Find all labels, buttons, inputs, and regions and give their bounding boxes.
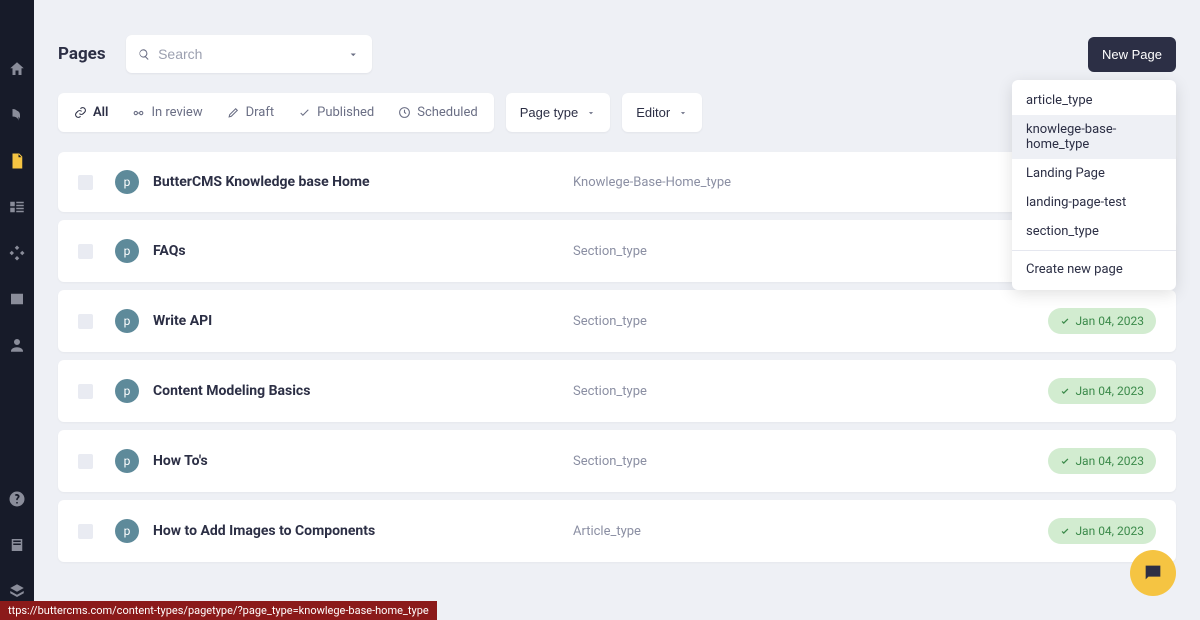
- chat-bubble[interactable]: [1130, 550, 1176, 596]
- search-input[interactable]: [158, 46, 339, 62]
- check-icon: [1060, 386, 1070, 396]
- chat-icon: [1142, 562, 1164, 584]
- page-row-type: Section_type: [573, 454, 647, 469]
- filter-scheduled[interactable]: Scheduled: [386, 97, 489, 128]
- pages-icon[interactable]: [8, 152, 26, 170]
- dropdown-item-section-type[interactable]: section_type: [1012, 217, 1176, 246]
- page-row-title[interactable]: Content Modeling Basics: [153, 383, 573, 399]
- row-checkbox[interactable]: [78, 454, 93, 469]
- page-row[interactable]: p How to Add Images to Components Articl…: [58, 500, 1176, 562]
- collections-icon[interactable]: [8, 198, 26, 216]
- page-row-title[interactable]: ButterCMS Knowledge base Home: [153, 174, 573, 190]
- check-icon: [1060, 316, 1070, 326]
- page-row-title[interactable]: FAQs: [153, 243, 573, 259]
- check-icon: [1060, 526, 1070, 536]
- chevron-down-icon: [586, 108, 596, 118]
- check-icon: [298, 106, 311, 119]
- row-checkbox[interactable]: [78, 384, 93, 399]
- sidebar: [0, 0, 34, 620]
- page-title: Pages: [58, 44, 106, 64]
- page-row[interactable]: p FAQs Section_type Jan 04, 2023: [58, 220, 1176, 282]
- row-checkbox[interactable]: [78, 175, 93, 190]
- page-row-type: Section_type: [573, 244, 647, 259]
- page-list: p ButterCMS Knowledge base Home Knowlege…: [58, 152, 1176, 562]
- page-badge: p: [115, 449, 139, 473]
- chevron-down-icon: [678, 108, 688, 118]
- main: Pages New Page All In review Draft P: [34, 0, 1200, 620]
- search-icon: [138, 47, 151, 62]
- page-row-title[interactable]: How To's: [153, 453, 573, 469]
- help-icon[interactable]: [8, 490, 26, 508]
- page-row-type: Knowlege-Base-Home_type: [573, 175, 731, 190]
- page-row[interactable]: p Content Modeling Basics Section_type J…: [58, 360, 1176, 422]
- page-badge: p: [115, 519, 139, 543]
- new-page-dropdown: article_type knowlege-base-home_type Lan…: [1012, 80, 1176, 290]
- page-badge: p: [115, 379, 139, 403]
- check-icon: [1060, 456, 1070, 466]
- filter-published[interactable]: Published: [286, 97, 386, 128]
- filter-all[interactable]: All: [62, 97, 120, 128]
- published-badge: Jan 04, 2023: [1048, 448, 1156, 474]
- dropdown-item-article-type[interactable]: article_type: [1012, 86, 1176, 115]
- page-row[interactable]: p How To's Section_type Jan 04, 2023: [58, 430, 1176, 492]
- components-icon[interactable]: [8, 244, 26, 262]
- row-checkbox[interactable]: [78, 314, 93, 329]
- filter-draft[interactable]: Draft: [215, 97, 287, 128]
- row-checkbox[interactable]: [78, 244, 93, 259]
- status-bar-url: ttps://buttercms.com/content-types/paget…: [0, 601, 437, 620]
- chevron-down-icon[interactable]: [347, 47, 360, 62]
- page-row-type: Article_type: [573, 524, 641, 539]
- page-badge: p: [115, 309, 139, 333]
- blog-icon[interactable]: [8, 106, 26, 124]
- page-row-title[interactable]: Write API: [153, 313, 573, 329]
- row-checkbox[interactable]: [78, 524, 93, 539]
- dropdown-divider: [1012, 250, 1176, 251]
- clock-icon: [398, 106, 411, 119]
- published-badge: Jan 04, 2023: [1048, 308, 1156, 334]
- filters-row: All In review Draft Published Scheduled …: [58, 93, 1176, 152]
- status-filter-group: All In review Draft Published Scheduled: [58, 93, 494, 132]
- filter-in-review[interactable]: In review: [120, 97, 214, 128]
- home-icon[interactable]: [8, 60, 26, 78]
- dropdown-item-kb-home-type[interactable]: knowlege-base-home_type: [1012, 115, 1176, 159]
- dropdown-item-create-new[interactable]: Create new page: [1012, 255, 1176, 284]
- published-badge: Jan 04, 2023: [1048, 518, 1156, 544]
- users-icon[interactable]: [8, 336, 26, 354]
- dropdown-item-landing-test[interactable]: landing-page-test: [1012, 188, 1176, 217]
- topbar: Pages New Page: [58, 0, 1176, 93]
- new-page-button[interactable]: New Page: [1088, 37, 1176, 72]
- link-icon: [74, 106, 87, 119]
- dropdown-item-landing-page[interactable]: Landing Page: [1012, 159, 1176, 188]
- page-row-type: Section_type: [573, 384, 647, 399]
- page-row-title[interactable]: How to Add Images to Components: [153, 523, 573, 539]
- page-badge: p: [115, 239, 139, 263]
- page-badge: p: [115, 170, 139, 194]
- page-row[interactable]: p Write API Section_type Jan 04, 2023: [58, 290, 1176, 352]
- search-box[interactable]: [126, 35, 372, 73]
- page-type-filter[interactable]: Page type: [506, 93, 611, 132]
- docs-icon[interactable]: [8, 536, 26, 554]
- pencil-icon: [227, 106, 240, 119]
- page-row[interactable]: p ButterCMS Knowledge base Home Knowlege…: [58, 152, 1176, 212]
- editor-filter[interactable]: Editor: [622, 93, 702, 132]
- media-icon[interactable]: [8, 290, 26, 308]
- layers-icon[interactable]: [8, 582, 26, 600]
- page-row-type: Section_type: [573, 314, 647, 329]
- glasses-icon: [132, 106, 145, 119]
- published-badge: Jan 04, 2023: [1048, 378, 1156, 404]
